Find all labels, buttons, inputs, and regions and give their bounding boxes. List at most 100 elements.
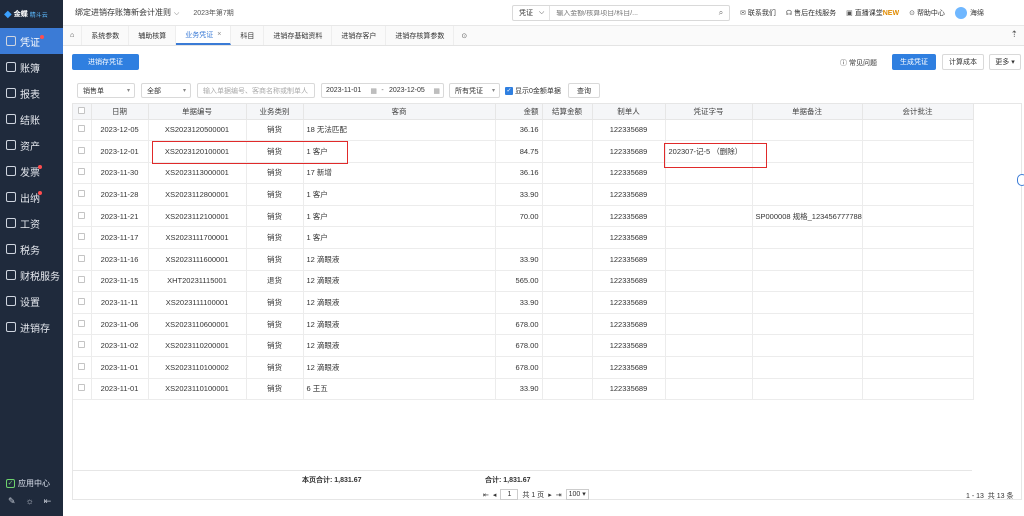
- date-range-picker[interactable]: 2023-11-01 ▦ - 2023-12-05 ▦: [321, 83, 444, 98]
- sidebar-item-2[interactable]: 报表: [0, 80, 63, 106]
- service-link[interactable]: ☊ 售后在线服务: [786, 8, 836, 18]
- sidebar-item-0[interactable]: 凭证: [0, 28, 63, 54]
- tab-home[interactable]: ⌂: [63, 26, 83, 45]
- row-checkbox[interactable]: [73, 313, 92, 336]
- row-checkbox[interactable]: [73, 119, 92, 142]
- live-class-link[interactable]: ▣ 直播课堂NEW: [846, 8, 899, 18]
- date-to[interactable]: 2023-12-05 ▦: [385, 87, 443, 95]
- keyword-input[interactable]: 输入单据编号、客商名称或制单人: [197, 83, 315, 98]
- accounting-period: 2023年第7期: [193, 9, 234, 17]
- table-row[interactable]: 2023-11-02 XS2023110200001 销货 12 滴眼液 678.00 1…: [73, 334, 974, 358]
- col-maker[interactable]: 制单人: [592, 104, 666, 120]
- search-input[interactable]: [550, 9, 713, 17]
- tab-aux-accounting[interactable]: 辅助核算: [129, 26, 177, 45]
- query-button[interactable]: 查询: [568, 83, 600, 98]
- col-amount[interactable]: 金额: [495, 104, 543, 120]
- table-row[interactable]: 2023-11-28 XS2023112800001 销货 1 客户 33.90 1223…: [73, 183, 974, 206]
- table-row[interactable]: 2023-11-01 XS2023110100001 销货 6 王五 33.90 1223…: [73, 378, 974, 401]
- row-checkbox[interactable]: [73, 140, 92, 163]
- app-center-button[interactable]: ✓ 应用中心: [6, 478, 50, 489]
- table-row[interactable]: 2023-11-30 XS2023113000001 销货 17 新增 36.16 122…: [73, 162, 974, 185]
- first-page-icon[interactable]: ⇤: [483, 491, 489, 499]
- table-row[interactable]: 2023-11-11 XS2023111100001 销货 12 滴眼液 33.90 12…: [73, 291, 974, 314]
- close-icon[interactable]: ×: [217, 31, 221, 38]
- table-row[interactable]: 2023-11-17 XS2023111700001 销货 1 客户 122335689: [73, 226, 974, 250]
- select-all-checkbox[interactable]: [73, 104, 92, 120]
- pin-icon[interactable]: ⇡: [1010, 29, 1018, 40]
- sidebar-item-9[interactable]: 财税服务: [0, 262, 63, 288]
- tab-inventory-basics[interactable]: 进销存基础资料: [264, 26, 333, 45]
- row-checkbox[interactable]: [73, 248, 92, 271]
- contact-link[interactable]: ✉ 联系我们: [740, 8, 776, 18]
- page-input[interactable]: 1: [500, 489, 519, 500]
- last-page-icon[interactable]: ⇥: [556, 491, 562, 499]
- col-remark[interactable]: 单据备注: [752, 104, 863, 120]
- row-checkbox[interactable]: [73, 356, 92, 379]
- inventory-voucher-button[interactable]: 进销存凭证: [72, 54, 139, 70]
- col-note[interactable]: 会计批注: [862, 104, 974, 120]
- tab-inventory-customers[interactable]: 进销存客户: [332, 26, 387, 45]
- col-settle[interactable]: 结算金额: [542, 104, 593, 120]
- sidebar-item-3[interactable]: 结账: [0, 106, 63, 132]
- tab-system-params[interactable]: 系统参数: [82, 26, 130, 45]
- table-row[interactable]: 2023-11-16 XS2023111600001 销货 12 滴眼液 33.90 12…: [73, 248, 974, 271]
- page-size-select[interactable]: 100 ▾: [565, 489, 589, 500]
- col-type[interactable]: 业务类别: [246, 104, 304, 120]
- table-row[interactable]: 2023-11-06 XS2023110600001 销货 12 滴眼液 678.00 1…: [73, 313, 974, 336]
- row-checkbox[interactable]: [73, 183, 92, 206]
- sidebar-item-11[interactable]: 进销存: [0, 314, 63, 340]
- table-row[interactable]: 2023-12-05 XS2023120500001 销货 18 无法匹配 36.16 1…: [73, 119, 974, 142]
- sidebar-item-8[interactable]: 税务: [0, 236, 63, 262]
- check-icon: ✓: [505, 87, 513, 95]
- user-menu[interactable]: 海绵: [954, 7, 984, 19]
- tab-business-voucher[interactable]: 业务凭证 ×: [176, 26, 232, 45]
- scope-select[interactable]: 全部 ▾: [141, 83, 191, 98]
- tab-accounts[interactable]: 科目: [231, 26, 265, 45]
- col-doc-no[interactable]: 单据编号: [148, 104, 247, 120]
- faq-link[interactable]: ⓘ 常见问题: [840, 58, 877, 68]
- generate-voucher-button[interactable]: 生成凭证: [892, 54, 936, 70]
- table-row[interactable]: 2023-12-01 XS2023120100001 销货 1 客户 84.75 1223…: [73, 140, 974, 163]
- sidebar-item-5[interactable]: 发票: [0, 158, 63, 184]
- menu-item-icon: [6, 192, 16, 202]
- col-date[interactable]: 日期: [91, 104, 149, 120]
- show-zero-checkbox[interactable]: ✓ 显示0金额单据: [505, 86, 561, 96]
- table-row[interactable]: 2023-11-01 XS2023110100002 销货 12 滴眼液 678.00 1…: [73, 356, 974, 379]
- collapse-icon[interactable]: ⇤: [44, 496, 52, 507]
- table-row[interactable]: 2023-11-15 XHT20231115001 退货 12 滴眼液 565.00 12…: [73, 270, 974, 293]
- more-button[interactable]: 更多 ▾: [989, 54, 1021, 70]
- row-note: [862, 183, 974, 206]
- doc-type-select[interactable]: 销售单 ▾: [77, 83, 135, 98]
- sidebar-item-7[interactable]: 工资: [0, 210, 63, 236]
- table-row[interactable]: 2023-11-21 XS2023112100001 销货 1 客户 70.00 1223…: [73, 205, 974, 228]
- row-checkbox[interactable]: [73, 162, 92, 185]
- voucher-status-select[interactable]: 所有凭证 ▾: [449, 83, 500, 98]
- row-customer: 12 滴眼液: [303, 356, 496, 379]
- search-icon[interactable]: ⌕: [713, 8, 729, 18]
- sidebar-item-6[interactable]: 出纳: [0, 184, 63, 210]
- row-checkbox[interactable]: [73, 334, 92, 358]
- next-page-icon[interactable]: ▸: [548, 491, 552, 499]
- sidebar-item-10[interactable]: 设置: [0, 288, 63, 314]
- row-checkbox[interactable]: [73, 205, 92, 228]
- prev-page-icon[interactable]: ◂: [493, 491, 497, 499]
- col-voucher[interactable]: 凭证字号: [665, 104, 753, 120]
- sidebar-item-4[interactable]: 资产: [0, 132, 63, 158]
- sun-icon[interactable]: ☼: [26, 496, 34, 507]
- side-tool-icon[interactable]: [1017, 174, 1024, 186]
- row-checkbox[interactable]: [73, 291, 92, 314]
- row-type: 销货: [246, 140, 304, 163]
- help-center-link[interactable]: ⊙ 帮助中心: [909, 8, 945, 18]
- calc-cost-button[interactable]: 计算成本: [942, 54, 984, 70]
- row-checkbox[interactable]: [73, 270, 92, 293]
- row-checkbox[interactable]: [73, 378, 92, 401]
- sidebar-item-1[interactable]: 账簿: [0, 54, 63, 80]
- row-checkbox[interactable]: [73, 226, 92, 250]
- tab-more-icon[interactable]: ⊙: [454, 26, 474, 45]
- tab-inventory-params[interactable]: 进销存核算参数: [386, 26, 455, 45]
- date-from[interactable]: 2023-11-01 ▦: [322, 87, 380, 95]
- search-type-select[interactable]: 凭证 ⌵: [513, 6, 551, 20]
- edit-icon[interactable]: ✎: [8, 496, 16, 507]
- col-customer[interactable]: 客商: [303, 104, 496, 120]
- account-book-selector[interactable]: 绑定进销存账簿新会计准则 ⌵: [75, 7, 179, 18]
